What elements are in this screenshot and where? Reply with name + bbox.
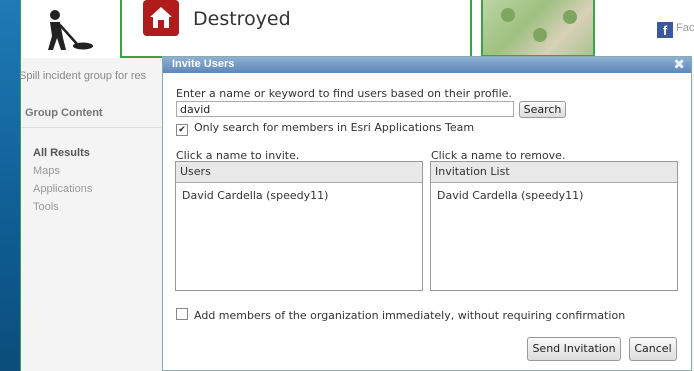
add-members-row: Add members of the organization immediat… — [176, 308, 625, 322]
users-header: Users — [176, 162, 422, 183]
cancel-button[interactable]: Cancel — [629, 337, 677, 361]
invitation-list[interactable]: Invitation List David Cardella (speedy11… — [430, 161, 678, 291]
close-icon[interactable]: ✖ — [673, 57, 685, 73]
send-invitation-button[interactable]: Send Invitation — [527, 337, 621, 361]
map-thumbnail[interactable] — [481, 0, 595, 57]
only-members-checkbox[interactable]: ✔ — [176, 124, 188, 136]
dialog-title-bar[interactable]: Invite Users ✖ — [163, 57, 691, 73]
only-members-row: ✔ Only search for members in Esri Applica… — [176, 121, 474, 136]
content-nav: All Results Maps Applications Tools — [33, 144, 92, 216]
facebook-label[interactable]: Fac — [676, 22, 694, 34]
add-members-checkbox[interactable] — [176, 308, 188, 320]
facebook-share[interactable]: f Fac — [657, 18, 694, 42]
list-item[interactable]: David Cardella (speedy11) — [431, 183, 677, 202]
nav-maps[interactable]: Maps — [33, 162, 92, 180]
destroyed-card[interactable]: Destroyed — [120, 0, 472, 58]
add-members-label: Add members of the organization immediat… — [194, 309, 626, 322]
search-input[interactable] — [176, 101, 514, 117]
dialog-title: Invite Users — [172, 58, 235, 70]
invite-users-dialog: Invite Users ✖ Enter a name or keyword t… — [162, 56, 692, 371]
divider — [21, 127, 161, 128]
nav-all-results[interactable]: All Results — [33, 144, 92, 162]
list-item[interactable]: David Cardella (speedy11) — [176, 183, 422, 202]
facebook-icon[interactable]: f — [657, 22, 673, 38]
house-damage-icon — [143, 0, 179, 36]
users-list[interactable]: Users David Cardella (speedy11) — [175, 161, 423, 291]
only-members-label: Only search for members in Esri Applicat… — [194, 121, 475, 134]
nav-applications[interactable]: Applications — [33, 180, 92, 198]
group-content-heading: Group Content — [25, 107, 103, 119]
nav-tools[interactable]: Tools — [33, 198, 92, 216]
invitation-header: Invitation List — [431, 162, 677, 183]
person-vacuum-icon — [48, 10, 93, 50]
search-instruction: Enter a name or keyword to find users ba… — [176, 87, 512, 100]
destroyed-label: Destroyed — [193, 8, 291, 30]
desktop-background — [0, 0, 20, 371]
search-button[interactable]: Search — [519, 101, 566, 118]
group-description: Spill incident group for res — [19, 70, 147, 82]
